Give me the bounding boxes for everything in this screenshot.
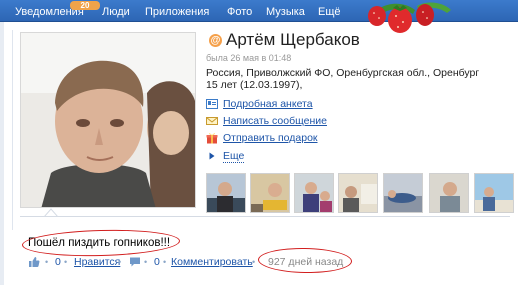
message-icon (206, 117, 218, 125)
nav-item-label: Люди (102, 6, 130, 18)
separator-dot: • (118, 257, 122, 267)
photo-thumbnail[interactable] (429, 173, 469, 213)
photo-thumbnail[interactable] (206, 173, 246, 213)
thumbs-up-icon[interactable] (28, 256, 40, 268)
location-text: Россия, Приволжский ФО, Оренбургская обл… (206, 67, 480, 79)
photo-image-icon (430, 174, 468, 212)
last-seen-text: была 26 мая в 01:48 (206, 53, 292, 63)
profile-avatar[interactable] (20, 32, 196, 208)
more-link[interactable]: Еще (223, 150, 245, 163)
age-text: 15 лет (12.03.1997), (206, 79, 303, 91)
photo-image-icon (384, 174, 422, 212)
notification-badge: 20 (70, 1, 100, 10)
photo-thumbnail[interactable] (338, 173, 378, 213)
photo-image-icon (251, 174, 289, 212)
comment-count: 0 (154, 256, 160, 268)
left-frame-strip (0, 22, 4, 285)
like-count: 0 (55, 256, 61, 268)
status-highlight-circle (21, 227, 181, 259)
separator-dot: • (144, 257, 148, 267)
send-gift-link[interactable]: Отправить подарок (223, 132, 318, 145)
nav-item-people[interactable]: Люди (102, 6, 130, 18)
gift-icon (206, 133, 218, 144)
write-message-link[interactable]: Написать сообщение (223, 115, 327, 128)
separator-dot: • (163, 257, 167, 267)
nav-item-label: Фото (227, 6, 253, 18)
separator-dot: • (64, 257, 68, 267)
nav-item-label: Музыка (266, 6, 305, 18)
photo-image-icon (295, 174, 333, 212)
profile-details-link[interactable]: Подробная анкета (223, 98, 313, 111)
online-status-icon: @ (209, 34, 222, 47)
photo-thumbnail[interactable] (294, 173, 334, 213)
photo-thumbnail[interactable] (474, 173, 514, 213)
nav-item-more[interactable]: Ещё (318, 6, 341, 18)
photo-thumbnail[interactable] (383, 173, 423, 213)
left-frame-line (12, 30, 13, 230)
comment-icon[interactable] (129, 256, 141, 268)
comment-link[interactable]: Комментировать (171, 256, 253, 268)
separator-dot: • (45, 257, 49, 267)
strawberry-decoration-icon (368, 2, 451, 33)
photo-image-icon (339, 174, 377, 212)
nav-item-apps[interactable]: Приложения (145, 6, 209, 18)
photo-thumbnail[interactable] (250, 173, 290, 213)
nav-item-notifications[interactable]: Уведомления 20 (15, 1, 100, 18)
avatar-portrait-icon (21, 33, 195, 207)
photo-image-icon (475, 174, 513, 212)
profile-card-icon (206, 99, 218, 109)
photo-image-icon (207, 174, 245, 212)
nav-item-label: Ещё (318, 6, 341, 18)
divider-line (20, 216, 510, 217)
nav-item-label: Приложения (145, 6, 210, 18)
triangle-right-icon (209, 152, 215, 160)
nav-item-music[interactable]: Музыка (266, 6, 305, 18)
separator-dot: • (252, 257, 256, 267)
nav-item-photo[interactable]: Фото (227, 6, 252, 18)
profile-name: Артём Щербаков (226, 30, 360, 49)
like-link[interactable]: Нравится (74, 256, 120, 268)
